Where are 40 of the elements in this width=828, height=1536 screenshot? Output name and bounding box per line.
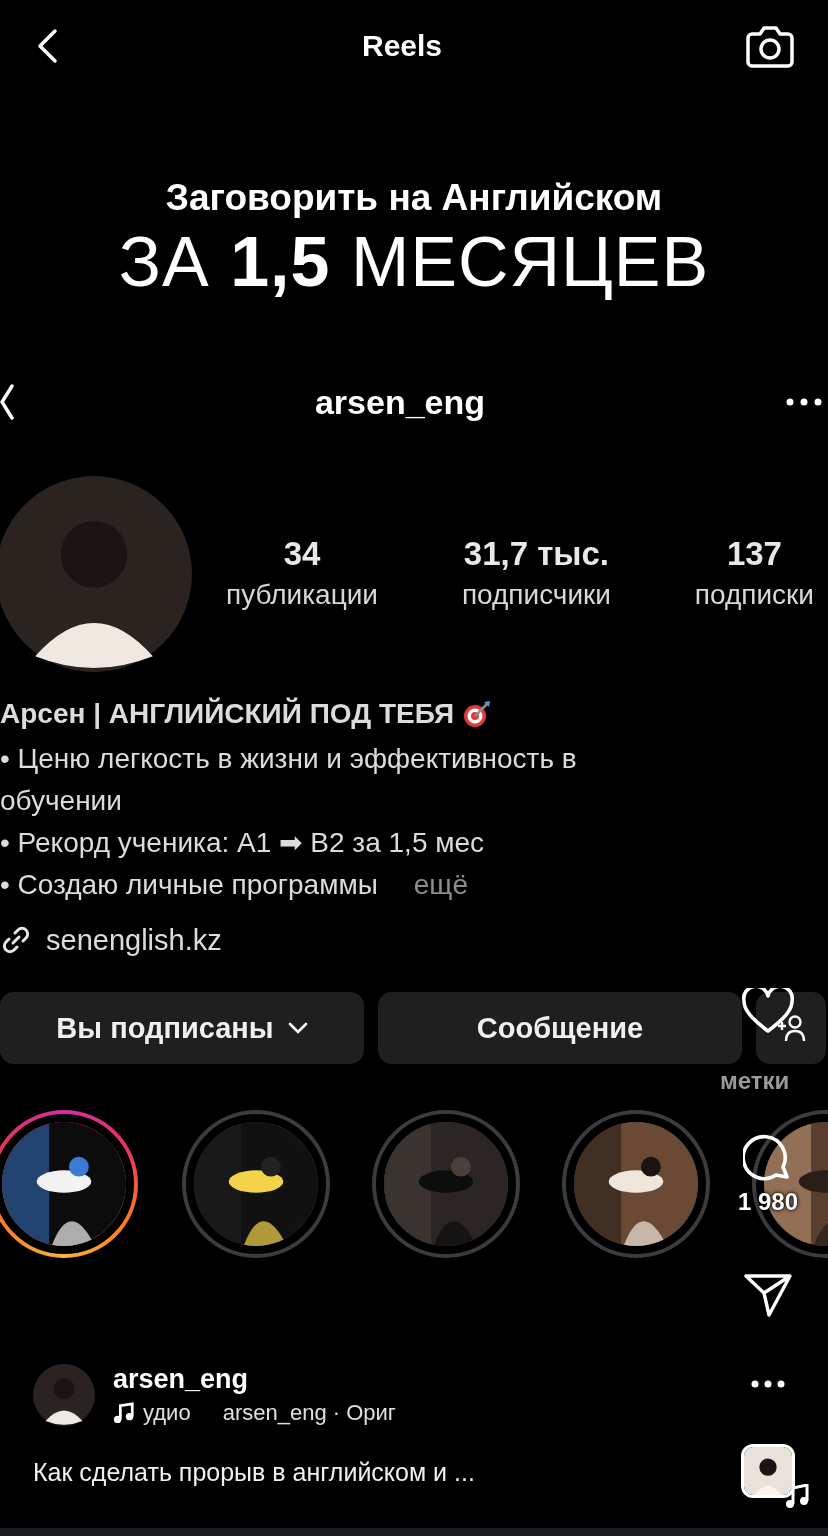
music-note-icon	[785, 1484, 809, 1510]
avatar	[33, 1364, 95, 1426]
more-link[interactable]: ещё	[413, 869, 468, 900]
audio-thumbnail[interactable]	[741, 1444, 795, 1498]
headline-text: ЗА 1,5 МЕСЯЦЕВ	[118, 222, 710, 302]
bio-text: • Рекорд ученика: A1 ➡ B2 за 1,5 мес	[0, 827, 485, 858]
stat-value: 137	[726, 534, 782, 574]
back-icon[interactable]	[0, 382, 14, 422]
stat-value: 31,7 тыс.	[463, 534, 610, 574]
bio-text: обучении	[0, 785, 122, 816]
headline-text: Заговорить на Английском	[165, 176, 663, 220]
audio-title[interactable]: удио	[143, 1398, 191, 1428]
caret-icon	[287, 1022, 308, 1034]
bio-text: • Ценю легкость в жизни и эффективность в	[0, 743, 577, 774]
target-icon	[462, 699, 493, 729]
tab-label[interactable]: метки	[720, 1067, 790, 1094]
more-icon[interactable]	[751, 1380, 785, 1388]
caption[interactable]: Как сделать прорыв в английском и ...	[33, 1458, 713, 1487]
add-person-button[interactable]	[756, 992, 826, 1064]
stat-label: публикации	[226, 578, 378, 612]
profile-name: Арсен | АНГЛИЙСКИЙ ПОД ТЕБЯ	[0, 698, 455, 730]
message-button[interactable]: Сообщение	[378, 992, 742, 1064]
bio-text: • Создаю личные программы	[0, 869, 378, 900]
back-icon[interactable]	[36, 28, 58, 64]
like-icon[interactable]	[742, 988, 794, 1034]
link-icon	[0, 924, 32, 956]
stat-label: подписки	[694, 578, 814, 612]
audio-source[interactable]: arsen_eng · Ориг	[222, 1398, 396, 1428]
website-link[interactable]: senenglish.kz	[46, 923, 222, 957]
camera-icon[interactable]	[746, 24, 794, 68]
stat-label: подписчики	[461, 578, 611, 612]
profile-username: arsen_eng	[314, 382, 486, 422]
more-icon[interactable]	[786, 398, 822, 406]
following-button[interactable]: Вы подписаны	[0, 992, 364, 1064]
send-icon[interactable]	[743, 1272, 793, 1318]
add-person-icon	[776, 1013, 806, 1043]
stat-value: 34	[283, 534, 321, 574]
username[interactable]: arsen_eng	[113, 1362, 396, 1396]
screen-title: Reels	[361, 29, 443, 63]
music-note-icon	[113, 1402, 135, 1424]
